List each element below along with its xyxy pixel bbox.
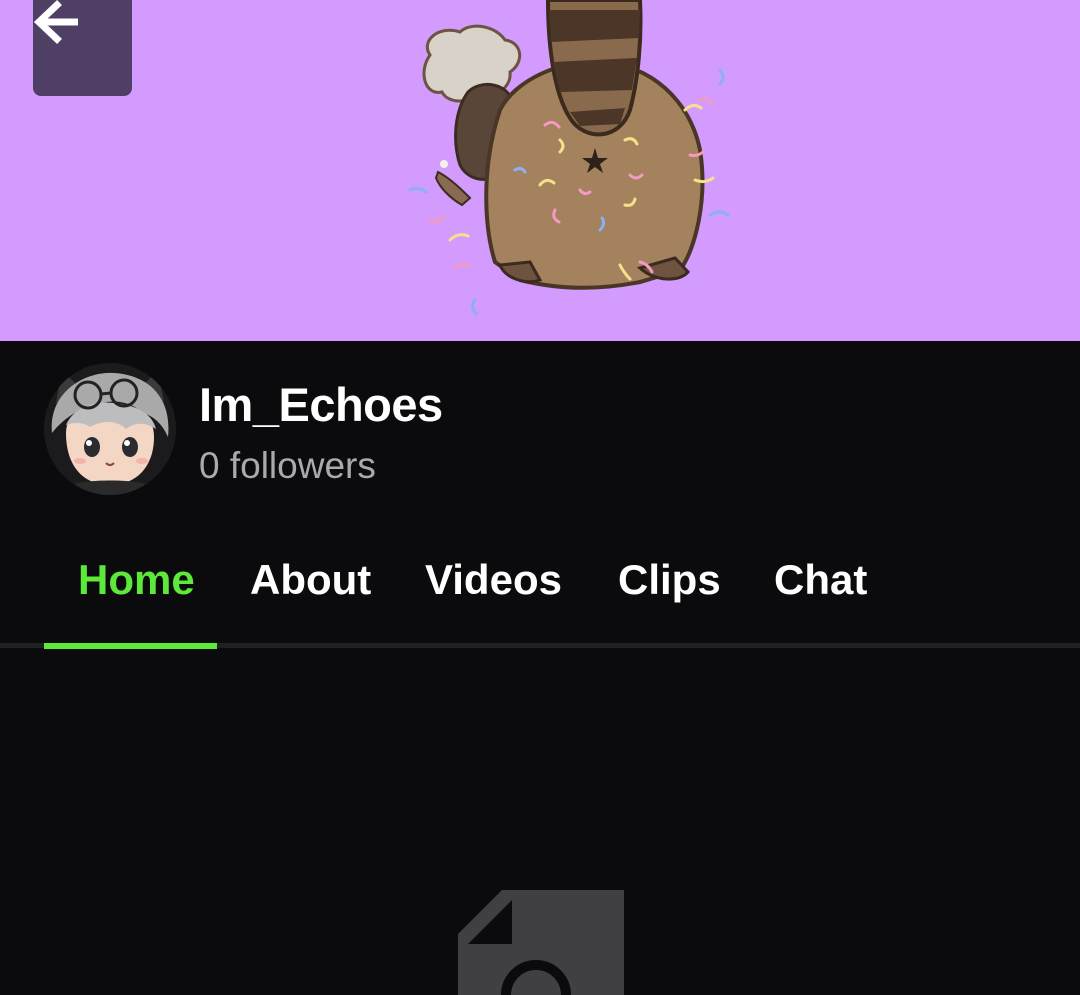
avatar[interactable] [44, 363, 176, 495]
tab-content [0, 650, 1080, 995]
raccoon-illustration [408, 0, 730, 316]
tab-chat[interactable]: Chat [774, 556, 867, 604]
arrow-left-icon [33, 0, 78, 44]
channel-name: Im_Echoes [199, 378, 443, 431]
document-search-icon [458, 890, 624, 995]
channel-page: Im_Echoes 0 followers Home About Videos … [0, 0, 1080, 995]
back-button[interactable] [33, 0, 132, 96]
follower-count: 0 followers [199, 445, 376, 486]
tab-home[interactable]: Home [78, 556, 195, 604]
tab-videos[interactable]: Videos [425, 556, 562, 604]
channel-header: Im_Echoes 0 followers [0, 341, 1080, 521]
tab-clips[interactable]: Clips [618, 556, 721, 604]
anime-avatar-with-glasses [44, 363, 176, 495]
channel-banner [0, 0, 1080, 341]
tab-about[interactable]: About [250, 556, 371, 604]
active-tab-indicator [44, 643, 217, 649]
channel-tabs: Home About Videos Clips Chat [0, 521, 1080, 649]
